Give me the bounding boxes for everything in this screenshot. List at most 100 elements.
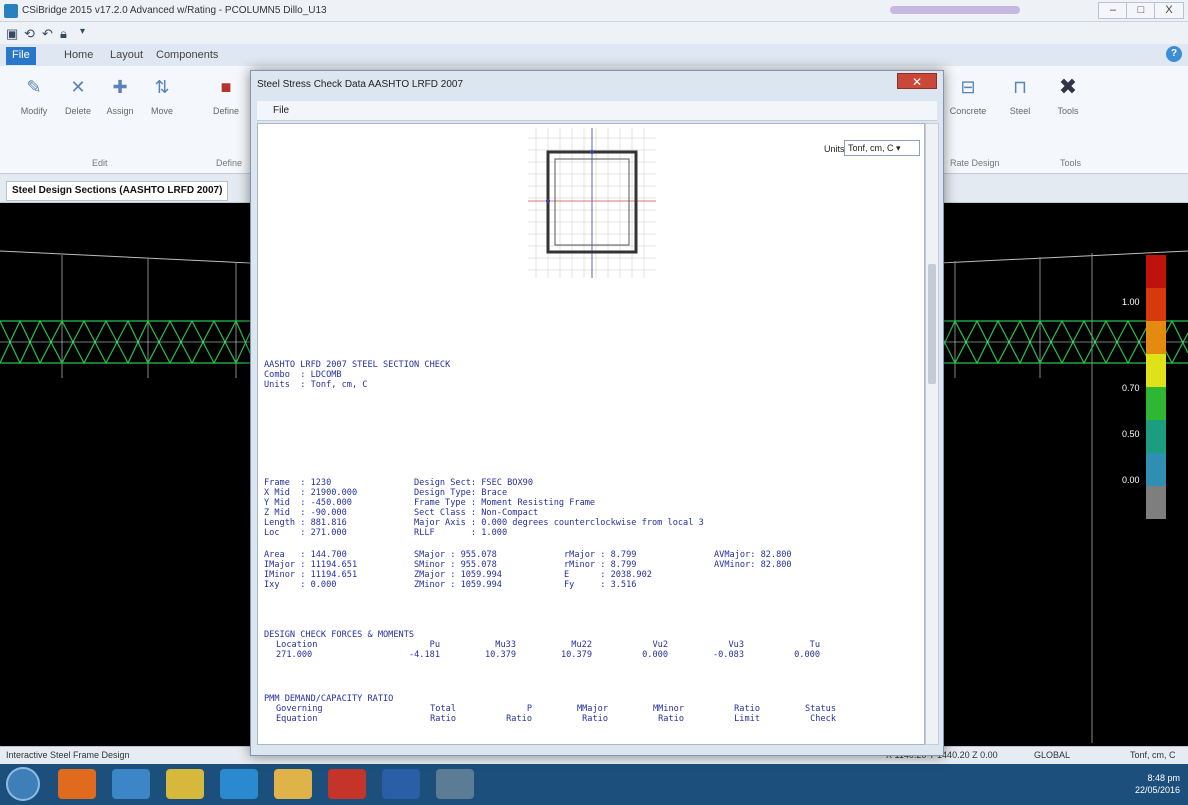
browser-icon[interactable] bbox=[58, 769, 96, 799]
dialog-scrollbar[interactable] bbox=[925, 123, 939, 745]
forces-value: 10.379 bbox=[560, 650, 592, 660]
prop-cell: Area : 144.700 bbox=[264, 550, 347, 560]
window-title-bar: CSiBridge 2015 v17.2.0 Advanced w/Rating… bbox=[0, 0, 1188, 22]
report-panel: Units Tonf, cm, C ▾ AASHTO LRFD 2007 STE… bbox=[257, 123, 925, 745]
tab-file[interactable]: File bbox=[6, 47, 36, 65]
close-window-button[interactable]: X bbox=[1154, 2, 1184, 19]
tools-icon: ✖ bbox=[1058, 74, 1078, 99]
dcr-header: Limit bbox=[734, 714, 760, 724]
undo-icon[interactable]: ↶ bbox=[42, 26, 53, 42]
legend-swatch bbox=[1146, 453, 1166, 486]
tab-home[interactable]: Home bbox=[58, 47, 99, 65]
dcr-header: Ratio bbox=[658, 714, 684, 724]
csibridge-taskbar-icon[interactable] bbox=[436, 769, 474, 799]
dcr-header: MMinor bbox=[652, 704, 684, 714]
units-select[interactable]: Tonf, cm, C ▾ bbox=[844, 140, 920, 156]
menu-file[interactable]: File bbox=[273, 105, 289, 116]
tools-label: Tools bbox=[1057, 106, 1079, 116]
group-label-rate-design: Rate Design bbox=[950, 158, 1000, 168]
doc-tab-steel-design[interactable]: Steel Design Sections (AASHTO LRFD 2007) bbox=[6, 181, 229, 201]
tab-layout[interactable]: Layout bbox=[104, 47, 149, 65]
concrete-button[interactable]: ⊟ Concrete bbox=[948, 76, 988, 116]
modify-button[interactable]: ✎ Modify bbox=[14, 76, 54, 116]
new-file-icon[interactable]: ▣ bbox=[6, 26, 18, 42]
steel-button[interactable]: ⊓ Steel bbox=[1000, 76, 1040, 116]
assign-button[interactable]: ✚ Assign bbox=[100, 76, 140, 116]
app-logo-icon bbox=[4, 4, 18, 18]
dialog-close-button[interactable]: ✕ bbox=[897, 73, 937, 89]
legend-value: 0.70 bbox=[1122, 383, 1140, 393]
title-search-field[interactable] bbox=[890, 6, 1020, 14]
forces-title: DESIGN CHECK FORCES & MOMENTS bbox=[264, 630, 415, 640]
dcr-header: Ratio bbox=[734, 704, 760, 714]
steel-icon: ⊓ bbox=[1012, 77, 1028, 97]
dcr-header: Ratio bbox=[582, 714, 608, 724]
explorer-icon[interactable] bbox=[112, 769, 150, 799]
start-button[interactable] bbox=[6, 767, 40, 801]
pmm-ratio-block: PMM DEMAND/CAPACITY RATIO Governing Tota… bbox=[264, 694, 836, 724]
prop-cell: IMajor : 11194.651 bbox=[264, 560, 358, 570]
media-icon[interactable] bbox=[166, 769, 204, 799]
word-icon[interactable] bbox=[382, 769, 420, 799]
forces-header: Mu22 bbox=[571, 640, 592, 650]
forces-header: Pu bbox=[429, 640, 440, 650]
define-button[interactable]: ■ Define bbox=[206, 76, 246, 116]
frame-info-cell: Frame Type : Moment Resisting Frame bbox=[414, 498, 596, 508]
forces-header: Mu33 bbox=[495, 640, 516, 650]
help-icon[interactable]: ? bbox=[1166, 46, 1182, 62]
group-label-edit: Edit bbox=[92, 158, 108, 168]
report-header-line: Units : Tonf, cm, C bbox=[264, 380, 368, 390]
assign-label: Assign bbox=[106, 106, 134, 116]
modify-icon: ✎ bbox=[26, 77, 42, 97]
delete-icon: ✕ bbox=[70, 77, 86, 97]
dcr-header: MMajor bbox=[576, 704, 608, 714]
frame-info-cell: Major Axis : 0.000 degrees counterclockw… bbox=[414, 518, 704, 528]
forces-value: -4.181 bbox=[408, 650, 440, 660]
forces-value: 10.379 bbox=[484, 650, 516, 660]
move-button[interactable]: ⇅ Move bbox=[142, 76, 182, 116]
legend-swatch bbox=[1146, 486, 1166, 519]
dialog-menu-bar: File bbox=[257, 101, 937, 121]
steel-label: Steel bbox=[1009, 106, 1031, 116]
frame-info-cell: Length : 881.816 bbox=[264, 518, 347, 528]
legend-swatch bbox=[1146, 354, 1166, 387]
frame-info-cell: Loc : 271.000 bbox=[264, 528, 347, 538]
pdf-icon[interactable] bbox=[328, 769, 366, 799]
folder-icon[interactable] bbox=[274, 769, 312, 799]
prop-cell: SMinor : 955.078 bbox=[414, 560, 497, 570]
open-file-icon[interactable]: ⟲ bbox=[24, 26, 35, 42]
legend-swatch bbox=[1146, 387, 1166, 420]
forces-value: 0.000 bbox=[794, 650, 820, 660]
maximize-button[interactable]: □ bbox=[1126, 2, 1156, 19]
skype-icon[interactable] bbox=[220, 769, 258, 799]
tab-components[interactable]: Components bbox=[150, 47, 224, 65]
scrollbar-thumb[interactable] bbox=[928, 264, 936, 384]
tools-button[interactable]: ✖ Tools bbox=[1048, 74, 1088, 117]
lock-icon[interactable]: 🔒︎ bbox=[60, 26, 67, 42]
dcr-header: Total bbox=[430, 704, 456, 714]
coord-system-dropdown[interactable]: GLOBAL bbox=[1034, 750, 1070, 760]
tray-date: 22/05/2016 bbox=[1134, 785, 1180, 795]
units-dropdown[interactable]: Tonf, cm, C bbox=[1130, 750, 1176, 760]
steel-stress-check-dialog: Steel Stress Check Data AASHTO LRFD 2007… bbox=[250, 70, 944, 756]
delete-label: Delete bbox=[64, 106, 91, 116]
dcr-header: Ratio bbox=[506, 714, 532, 724]
qat-dropdown-icon[interactable]: ▾ bbox=[80, 26, 85, 37]
delete-button[interactable]: ✕ Delete bbox=[58, 76, 98, 116]
dcr-header: P bbox=[526, 704, 532, 714]
move-label: Move bbox=[150, 106, 173, 116]
assign-icon: ✚ bbox=[112, 77, 128, 97]
legend-swatch bbox=[1146, 288, 1166, 321]
prop-cell: E : 2038.902 bbox=[564, 570, 652, 580]
frame-info-block: Frame : 1230 Design Sect: FSEC BOX90 X Mi… bbox=[264, 478, 704, 538]
prop-cell: AVMajor: 82.800 bbox=[714, 550, 792, 560]
move-icon: ⇅ bbox=[154, 77, 170, 97]
prop-cell: rMinor : 8.799 bbox=[564, 560, 637, 570]
dcr-header: Ratio bbox=[430, 714, 456, 724]
dialog-title: Steel Stress Check Data AASHTO LRFD 2007 bbox=[257, 79, 464, 90]
tray-clock[interactable]: 8:48 pm 22/05/2016 bbox=[1135, 772, 1180, 796]
minimize-button[interactable]: – bbox=[1098, 2, 1128, 19]
report-header-line: AASHTO LRFD 2007 STEEL SECTION CHECK bbox=[264, 360, 451, 370]
legend-value: 0.50 bbox=[1122, 429, 1140, 439]
dcr-header: Governing bbox=[276, 704, 323, 714]
